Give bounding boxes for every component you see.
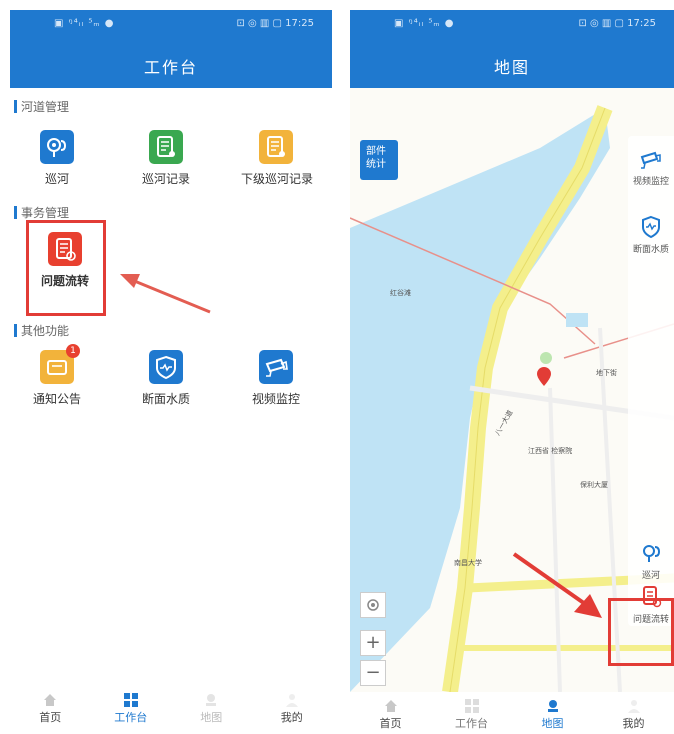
tab-map[interactable]: 地图 (512, 692, 593, 734)
zoom-in-button[interactable]: + (360, 630, 386, 656)
tab-label: 我的 (280, 711, 303, 724)
tile-patrol[interactable]: 巡河 (22, 130, 92, 187)
camera-icon (259, 350, 293, 384)
tab-label: 工作台 (114, 711, 148, 724)
locate-icon (367, 599, 379, 611)
map-side-panel: 视频监控 断面水质 巡河 问题流转 (628, 136, 674, 626)
tab-workbench[interactable]: 工作台 (431, 692, 512, 734)
tab-label: 地图 (541, 717, 564, 730)
shield-wave-icon (638, 214, 664, 240)
tile-label: 视频监控 (251, 392, 300, 406)
status-icons-left: ▣ ᵑ⁴ᵢₗ ⁵ₘ ● (394, 18, 455, 29)
tile-label: 通知公告 (32, 392, 81, 406)
map-view[interactable]: 地下街 江西省 检察院 保利大厦 南昌大学 八一大道 红谷滩 部件 统计 视频监… (350, 88, 674, 692)
home-icon (42, 692, 58, 706)
patrol-pin-icon (40, 130, 74, 164)
side-item-label: 断面水质 (632, 245, 669, 255)
user-icon (626, 698, 642, 713)
tile-sub-patrol-records[interactable]: 下级巡河记录 (241, 130, 314, 187)
stats-label: 部件 统计 (366, 146, 386, 170)
map-label: 江西省 检察院 (528, 447, 573, 455)
map-label: 地下街 (596, 369, 617, 377)
tile-notice[interactable]: 1 通知公告 (22, 344, 92, 407)
side-item-water-quality[interactable]: 断面水质 (628, 214, 674, 255)
map-label: 红谷滩 (390, 289, 411, 297)
status-bar: ▣ ᵑ⁴ᵢₗ ⁵ₘ ● ⊡ ◎ ▥ ▢ 17:25 (10, 14, 332, 34)
section-title: 其他功能 (21, 323, 70, 338)
tile-label: 断面水质 (141, 392, 190, 406)
highlight-box (608, 598, 674, 666)
tile-video-monitor[interactable]: 视频监控 (241, 350, 311, 407)
app-bar: ▣ ᵑ⁴ᵢₗ ⁵ₘ ● ⊡ ◎ ▥ ▢ 17:25 地图 (350, 10, 674, 88)
document-icon (149, 130, 183, 164)
tab-home[interactable]: 首页 (350, 692, 431, 734)
app-bar: ▣ ᵑ⁴ᵢₗ ⁵ₘ ● ⊡ ◎ ▥ ▢ 17:25 工作台 (10, 10, 332, 88)
tab-label: 首页 (39, 711, 62, 724)
tab-mine[interactable]: 我的 (252, 686, 333, 734)
pointer-arrow-icon (512, 552, 602, 618)
tile-water-quality[interactable]: 断面水质 (131, 350, 201, 407)
page-title: 工作台 (143, 58, 198, 77)
locate-button[interactable] (360, 592, 386, 618)
section-title: 事务管理 (21, 205, 70, 220)
pointer-arrow-icon (120, 274, 211, 314)
side-item-label: 视频监控 (632, 177, 669, 187)
section-header-other: 其他功能 (14, 322, 69, 338)
bottom-tab-bar: 首页 工作台 地图 我的 (350, 692, 674, 734)
tab-label: 我的 (622, 717, 645, 730)
patrol-pin-icon (638, 540, 664, 566)
component-stats-button[interactable]: 部件 统计 (360, 140, 398, 180)
tab-map[interactable]: 地图 (171, 686, 252, 734)
side-item-patrol[interactable]: 巡河 (628, 540, 674, 581)
section-marker (14, 205, 17, 219)
tab-home[interactable]: 首页 (10, 686, 91, 734)
map-screen: ▣ ᵑ⁴ᵢₗ ⁵ₘ ● ⊡ ◎ ▥ ▢ 17:25 地图 地下街 江西省 检察院… (350, 10, 674, 734)
status-bar: ▣ ᵑ⁴ᵢₗ ⁵ₘ ● ⊡ ◎ ▥ ▢ 17:25 (350, 14, 674, 34)
section-marker (14, 323, 17, 337)
tile-label: 下级巡河记录 (241, 172, 314, 186)
zoom-out-button[interactable]: − (360, 660, 386, 686)
bottom-tab-bar: 首页 工作台 地图 我的 (10, 686, 332, 734)
tab-label: 工作台 (455, 717, 488, 730)
side-item-video[interactable]: 视频监控 (628, 146, 674, 187)
notification-badge: 1 (66, 344, 80, 358)
section-marker (14, 99, 17, 113)
home-icon (383, 698, 399, 712)
tile-label: 巡河记录 (141, 172, 190, 186)
map-label: 保利大厦 (580, 481, 608, 489)
side-item-label: 巡河 (641, 571, 660, 581)
status-icons-right: ⊡ ◎ ▥ ▢ 17:25 (236, 18, 314, 29)
grid-icon (464, 698, 480, 713)
status-icons-right: ⊡ ◎ ▥ ▢ 17:25 (578, 18, 656, 29)
section-title: 河道管理 (21, 99, 70, 114)
map-pin-icon (545, 698, 561, 712)
tab-workbench[interactable]: 工作台 (91, 686, 172, 734)
tile-label: 巡河 (44, 172, 69, 186)
tile-patrol-records[interactable]: 巡河记录 (131, 130, 201, 187)
notice-icon: 1 (40, 344, 80, 384)
map-label: 南昌大学 (454, 559, 482, 567)
workbench-screen: ▣ ᵑ⁴ᵢₗ ⁵ₘ ● ⊡ ◎ ▥ ▢ 17:25 工作台 河道管理 巡河 巡河… (10, 10, 332, 734)
grid-icon (123, 692, 139, 707)
screenshot-root: ▣ ᵑ⁴ᵢₗ ⁵ₘ ● ⊡ ◎ ▥ ▢ 17:25 工作台 河道管理 巡河 巡河… (0, 0, 674, 734)
page-title: 地图 (493, 58, 530, 77)
document-icon (259, 130, 293, 164)
tab-label: 地图 (200, 711, 223, 724)
camera-icon (638, 146, 664, 172)
tab-mine[interactable]: 我的 (593, 692, 674, 734)
status-icons-left: ▣ ᵑ⁴ᵢₗ ⁵ₘ ● (54, 18, 115, 29)
section-header-affairs: 事务管理 (14, 204, 69, 220)
tab-label: 首页 (379, 717, 402, 730)
map-pin-icon (203, 692, 219, 706)
highlight-box (26, 220, 106, 316)
user-icon (284, 692, 300, 707)
section-header-river: 河道管理 (14, 98, 69, 114)
shield-wave-icon (149, 350, 183, 384)
